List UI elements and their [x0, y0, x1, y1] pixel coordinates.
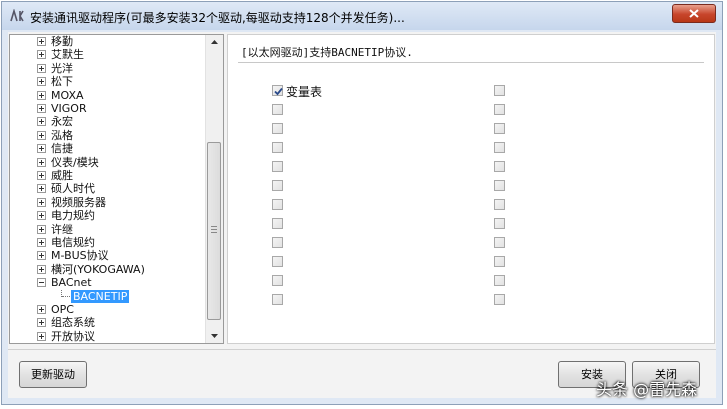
tree-item-label: 视频服务器 — [51, 195, 106, 209]
option-checkbox[interactable] — [272, 199, 283, 210]
option-checkbox[interactable] — [272, 256, 283, 267]
option-checkbox[interactable] — [494, 199, 505, 210]
option-checkbox[interactable] — [494, 85, 505, 96]
collapse-icon[interactable] — [37, 278, 46, 288]
dialog-client-area: 移勤 艾默生 光洋 松下 MOXA VIGOR 永宏 泓格 信捷 仪表/模块 威胜 硕人时代 视频服务器… — [8, 32, 716, 398]
expand-icon[interactable] — [37, 224, 46, 234]
expand-icon[interactable] — [37, 144, 46, 154]
title-bar[interactable]: 安装通讯驱动程序(可最多安装32个驱动,每驱动支持128个并发任务)... — [2, 2, 722, 30]
option-checkbox[interactable] — [494, 256, 505, 267]
option-checkbox[interactable] — [272, 275, 283, 286]
option-checkbox[interactable] — [272, 123, 283, 134]
window-title: 安装通讯驱动程序(可最多安装32个驱动,每驱动支持128个并发任务)... — [30, 11, 405, 25]
tree-item-label: OPC — [51, 303, 74, 316]
expand-icon[interactable] — [37, 184, 46, 194]
tree-item-label: 电力规约 — [51, 209, 95, 223]
checkmark-icon — [274, 87, 283, 96]
driver-options-panel: [以太网驱动]支持BACNETIP协议. 变量表 — [227, 34, 715, 344]
tree-item-label: 永宏 — [51, 115, 73, 129]
tree-item-label: 光洋 — [51, 61, 73, 75]
option-checkbox[interactable] — [272, 142, 283, 153]
app-icon — [10, 9, 24, 22]
panel-divider — [238, 62, 704, 63]
option-checkbox[interactable] — [272, 294, 283, 305]
driver-description: [以太网驱动]支持BACNETIP协议. — [241, 46, 413, 59]
scroll-thumb[interactable] — [207, 142, 221, 320]
tree-item-label: 艾默生 — [51, 48, 84, 62]
tree-item-label: BACNETIP — [71, 289, 130, 303]
option-checkbox[interactable] — [272, 180, 283, 191]
expand-icon[interactable] — [37, 211, 46, 221]
tree-item-label: MOXA — [51, 88, 84, 102]
option-checkbox[interactable] — [494, 104, 505, 115]
tree-scrollbar[interactable] — [205, 35, 223, 343]
scroll-up-button[interactable] — [206, 35, 223, 50]
option-checkbox[interactable] — [494, 275, 505, 286]
tree-item-label: VIGOR — [51, 102, 87, 115]
expand-icon[interactable] — [37, 318, 46, 328]
option-checkbox[interactable] — [272, 237, 283, 248]
option-checkbox[interactable] — [494, 218, 505, 229]
expand-icon[interactable] — [37, 50, 46, 60]
expand-icon[interactable] — [37, 157, 46, 167]
expand-icon[interactable] — [37, 251, 46, 261]
option-checkbox[interactable] — [272, 104, 283, 115]
expand-icon[interactable] — [37, 90, 46, 100]
expand-icon[interactable] — [37, 130, 46, 140]
close-window-button[interactable] — [672, 4, 716, 23]
tree-item-label: 松下 — [51, 75, 73, 89]
scroll-down-button[interactable] — [206, 328, 223, 343]
tree-item-label: 移勤 — [51, 35, 73, 48]
tree-item-label: 信捷 — [51, 142, 73, 156]
tree-connector — [62, 295, 70, 298]
option-checkbox[interactable] — [272, 218, 283, 229]
expand-icon[interactable] — [37, 77, 46, 87]
option-checkbox[interactable] — [272, 161, 283, 172]
expand-icon[interactable] — [37, 238, 46, 247]
option-checkbox-label[interactable]: 变量表 — [286, 83, 322, 100]
expand-icon[interactable] — [37, 264, 46, 274]
expand-icon[interactable] — [37, 37, 46, 46]
expand-icon[interactable] — [37, 171, 46, 180]
chevron-down-icon — [211, 334, 218, 338]
button-divider — [8, 349, 716, 350]
expand-icon[interactable] — [37, 104, 46, 113]
expand-icon[interactable] — [37, 331, 46, 341]
expand-icon[interactable] — [37, 117, 46, 127]
expand-icon[interactable] — [37, 63, 46, 73]
option-checkbox[interactable] — [494, 142, 505, 153]
tree-item-label: 横河(YOKOGAWA) — [51, 262, 145, 276]
tree-item-label: 电信规约 — [51, 236, 95, 249]
watermark: 头条 @雷先森 — [596, 380, 698, 399]
tree-item-label: 许继 — [51, 222, 73, 236]
tree-item-label: 硕人时代 — [51, 182, 95, 196]
update-driver-button[interactable]: 更新驱动 — [19, 361, 87, 388]
tree-item-label: BACnet — [51, 276, 92, 290]
option-checkbox[interactable] — [494, 123, 505, 134]
option-checkbox[interactable] — [494, 180, 505, 191]
tree-item-label: 威胜 — [51, 169, 73, 182]
tree-item-label: 开放协议 — [51, 329, 95, 343]
driver-tree[interactable]: 移勤 艾默生 光洋 松下 MOXA VIGOR 永宏 泓格 信捷 仪表/模块 威胜 硕人时代 视频服务器… — [9, 34, 224, 344]
expand-icon[interactable] — [37, 305, 46, 314]
expand-icon[interactable] — [37, 197, 46, 207]
tree-item-label: 仪表/模块 — [51, 155, 99, 169]
option-checkbox[interactable] — [494, 294, 505, 305]
grip-icon — [211, 226, 217, 234]
option-checkbox[interactable] — [494, 237, 505, 248]
dialog-window: 安装通讯驱动程序(可最多安装32个驱动,每驱动支持128个并发任务)... 移勤… — [1, 1, 723, 405]
option-checkbox[interactable] — [494, 161, 505, 172]
tree-item-label: M-BUS协议 — [51, 249, 109, 263]
tree-item-label: 组态系统 — [51, 316, 95, 330]
close-icon — [689, 9, 699, 18]
option-checkbox[interactable] — [272, 85, 283, 96]
chevron-up-icon — [211, 40, 218, 44]
tree-item-label: 泓格 — [51, 128, 73, 142]
